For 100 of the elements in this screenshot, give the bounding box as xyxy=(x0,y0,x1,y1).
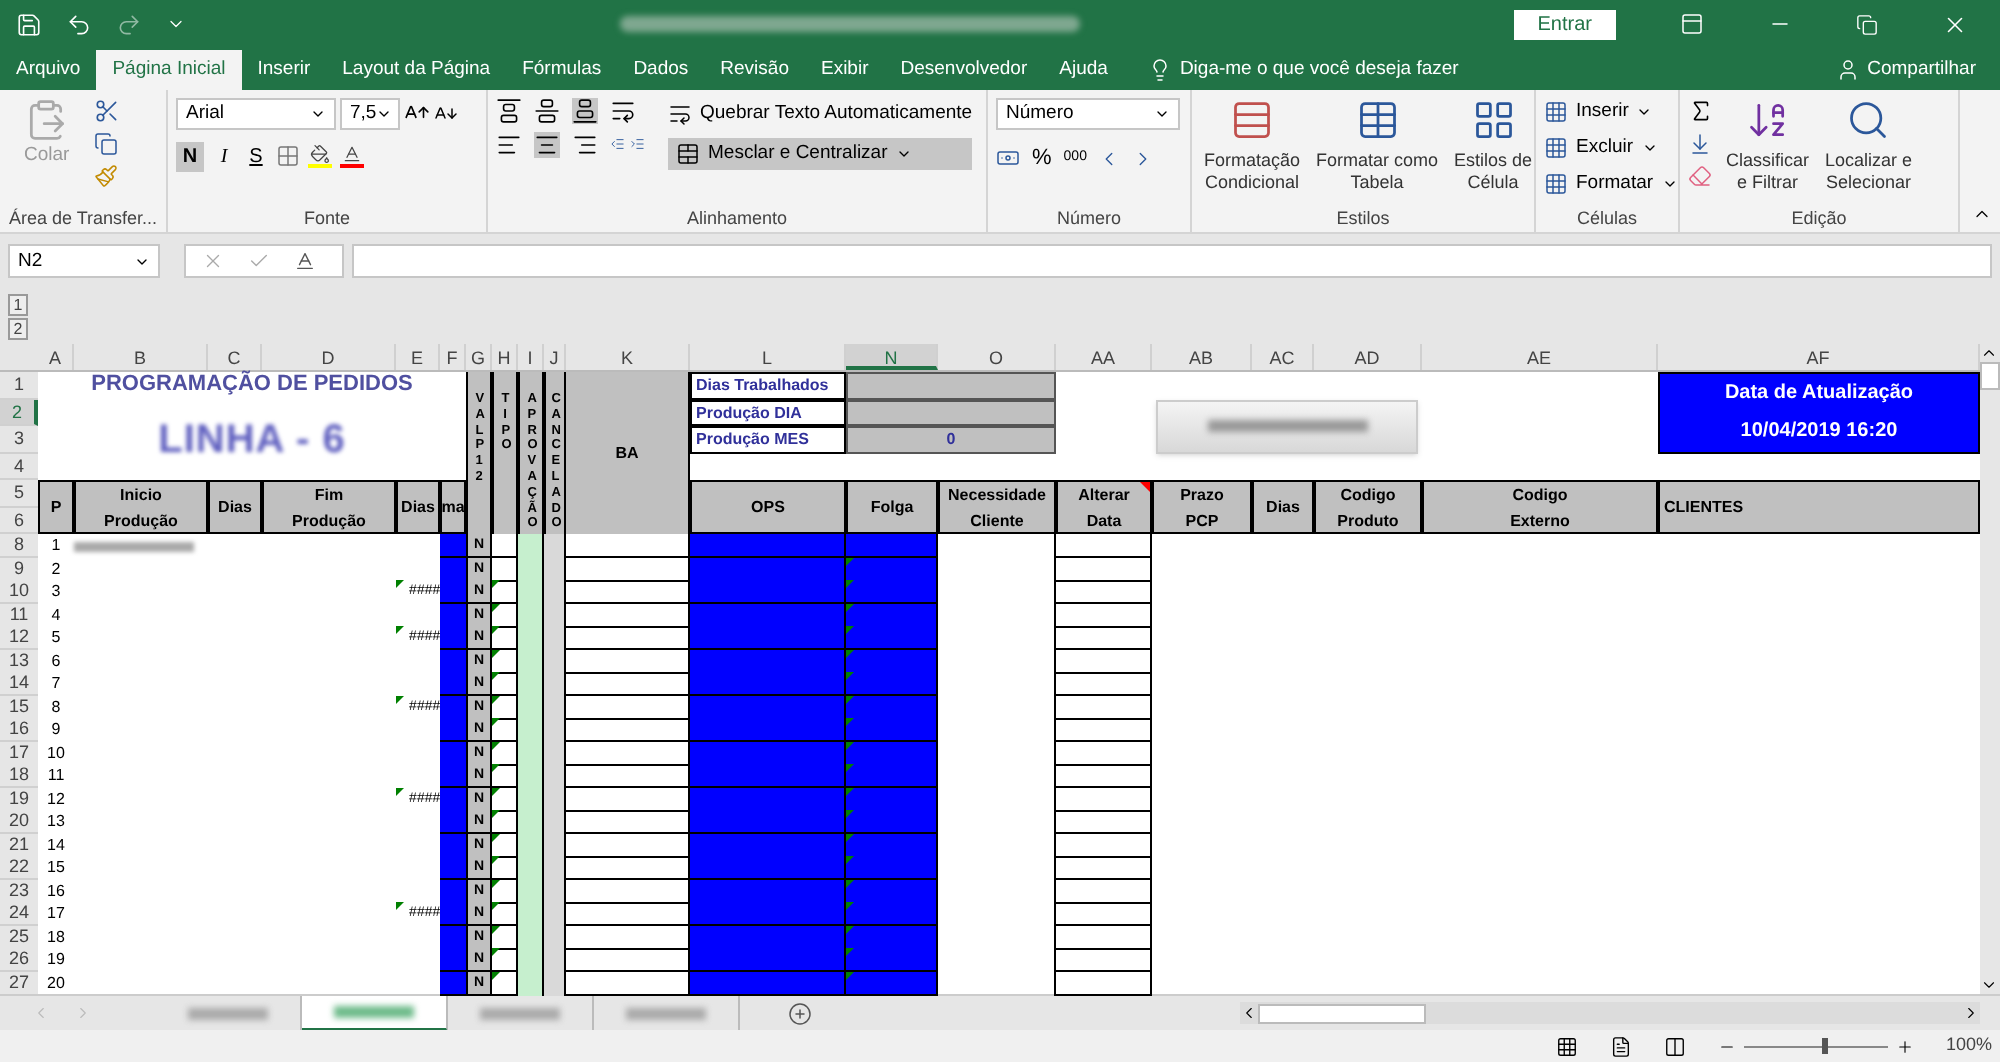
ribbon-button[interactable]: Formatação Condicional xyxy=(1200,97,1305,194)
autosum-icon[interactable] xyxy=(1688,97,1714,124)
zoom-in-icon[interactable] xyxy=(1895,1037,1914,1056)
underline-button[interactable]: S xyxy=(244,141,268,172)
column-header[interactable]: J xyxy=(544,344,566,371)
outline-level-button[interactable]: 1 xyxy=(8,294,28,317)
tell-me-field[interactable]: Diga-me o que você deseja fazer xyxy=(1179,55,1459,84)
scroll-thumb[interactable] xyxy=(1980,362,2000,391)
formula-input[interactable] xyxy=(352,244,1992,279)
row-header[interactable]: 23 xyxy=(0,879,38,904)
column-header[interactable]: E xyxy=(396,344,440,371)
align-left-icon[interactable] xyxy=(496,131,522,158)
ribbon-button[interactable]: Localizar e Selecionar xyxy=(1821,97,1917,194)
column-header[interactable]: G xyxy=(466,344,492,371)
lightbulb-icon[interactable] xyxy=(1147,57,1172,82)
row-header[interactable]: 10 xyxy=(0,580,38,605)
sign-in-button[interactable]: Entrar xyxy=(1513,9,1616,40)
zoom-slider[interactable] xyxy=(1743,1038,1888,1055)
name-box[interactable]: N2 xyxy=(8,244,160,279)
column-header[interactable]: D xyxy=(262,344,396,371)
page-layout-icon[interactable] xyxy=(1609,1035,1632,1058)
row-header[interactable]: 24 xyxy=(0,902,38,927)
horizontal-scrollbar[interactable] xyxy=(1240,1002,1980,1025)
currency-icon[interactable] xyxy=(996,146,1020,171)
ribbon-tab[interactable]: Fórmulas xyxy=(506,49,618,90)
page-break-icon[interactable] xyxy=(1663,1035,1686,1058)
ribbon-tab[interactable]: Inserir xyxy=(241,49,327,90)
row-header[interactable]: 22 xyxy=(0,856,38,881)
row-header[interactable]: 13 xyxy=(0,649,38,674)
row-header[interactable]: 17 xyxy=(0,741,38,766)
row-header[interactable]: 5 xyxy=(0,480,38,508)
font-size-dropdown[interactable]: 7,5 xyxy=(340,97,400,130)
eraser-icon[interactable] xyxy=(1688,163,1712,188)
column-header[interactable]: AD xyxy=(1314,344,1422,371)
number-format-dropdown[interactable]: Número xyxy=(996,97,1180,130)
ribbon-tab[interactable]: Exibir xyxy=(804,49,885,90)
outline-level-button[interactable]: 2 xyxy=(8,318,28,341)
undo-icon[interactable] xyxy=(66,11,92,38)
ribbon-tab[interactable]: Dados xyxy=(617,49,705,90)
cells-button[interactable]: Excluir xyxy=(1544,133,1678,162)
row-header[interactable]: 11 xyxy=(0,603,38,628)
row-header[interactable]: 1 xyxy=(0,372,38,400)
ribbon-tab[interactable]: Desenvolvedor xyxy=(884,49,1044,90)
zoom-thumb[interactable] xyxy=(1821,1038,1828,1055)
row-header[interactable]: 19 xyxy=(0,787,38,812)
fill-color-icon[interactable] xyxy=(308,144,332,169)
fill-icon[interactable] xyxy=(1688,131,1712,156)
column-header[interactable]: AC xyxy=(1252,344,1314,371)
column-header[interactable]: AE xyxy=(1422,344,1658,371)
row-header[interactable]: 26 xyxy=(0,948,38,973)
bold-button[interactable]: N xyxy=(176,141,204,172)
ribbon-button[interactable]: Classificar e Filtrar xyxy=(1722,97,1814,194)
ribbon-tab[interactable]: Ajuda xyxy=(1043,49,1124,90)
align-right-icon[interactable] xyxy=(572,131,598,158)
column-header[interactable]: C xyxy=(208,344,262,371)
ribbon-tab[interactable]: Revisão xyxy=(704,49,805,90)
row-header[interactable]: 9 xyxy=(0,557,38,582)
column-header[interactable]: B xyxy=(74,344,208,371)
column-header[interactable]: F xyxy=(440,344,466,371)
column-header[interactable]: A xyxy=(38,344,74,371)
column-header[interactable]: AA xyxy=(1056,344,1152,371)
row-header[interactable]: 12 xyxy=(0,626,38,651)
normal-view-icon[interactable] xyxy=(1555,1035,1578,1058)
row-header[interactable]: 3 xyxy=(0,426,38,454)
cut-icon[interactable] xyxy=(93,97,120,124)
restore-icon[interactable] xyxy=(1856,13,1878,36)
ribbon-tab[interactable]: Arquivo xyxy=(0,49,97,90)
font-family-dropdown[interactable]: Arial xyxy=(176,97,336,130)
row-header[interactable]: 20 xyxy=(0,810,38,835)
row-header[interactable]: 21 xyxy=(0,833,38,858)
font-color-icon[interactable] xyxy=(340,144,364,169)
row-header[interactable]: 4 xyxy=(0,453,38,481)
scroll-right-icon[interactable] xyxy=(1962,1004,1980,1023)
save-icon[interactable] xyxy=(16,11,42,38)
add-sheet-icon[interactable] xyxy=(788,1001,812,1026)
percent-button[interactable]: % xyxy=(1032,141,1052,175)
column-header[interactable]: H xyxy=(492,344,518,371)
ribbon-tab[interactable]: Página Inicial xyxy=(96,49,242,90)
column-header[interactable]: I xyxy=(518,344,544,371)
column-header[interactable]: N xyxy=(846,344,938,371)
copy-icon[interactable] xyxy=(93,131,118,156)
format-painter-icon[interactable] xyxy=(93,163,118,188)
row-header[interactable]: 25 xyxy=(0,925,38,950)
column-header[interactable]: K xyxy=(566,344,690,371)
scroll-thumb[interactable] xyxy=(1258,1003,1426,1024)
ribbon-button[interactable]: Formatar como Tabela xyxy=(1312,97,1443,194)
scroll-left-icon[interactable] xyxy=(1240,1004,1258,1023)
borders-icon[interactable] xyxy=(276,144,300,169)
cells-button[interactable]: Inserir xyxy=(1544,97,1678,126)
share-button[interactable]: Compartilhar xyxy=(1835,49,2000,90)
align-center-icon[interactable] xyxy=(534,131,560,158)
align-top-icon[interactable] xyxy=(496,97,522,124)
merge-center-button[interactable]: Mesclar e Centralizar xyxy=(668,137,973,170)
row-header[interactable]: 18 xyxy=(0,764,38,789)
row-header[interactable]: 15 xyxy=(0,695,38,720)
row-header[interactable]: 2 xyxy=(0,399,38,427)
row-header[interactable]: 14 xyxy=(0,672,38,697)
column-header[interactable]: O xyxy=(938,344,1056,371)
wrap-text-button[interactable]: Quebrar Texto Automaticamente xyxy=(668,97,973,130)
row-header[interactable]: 16 xyxy=(0,718,38,743)
